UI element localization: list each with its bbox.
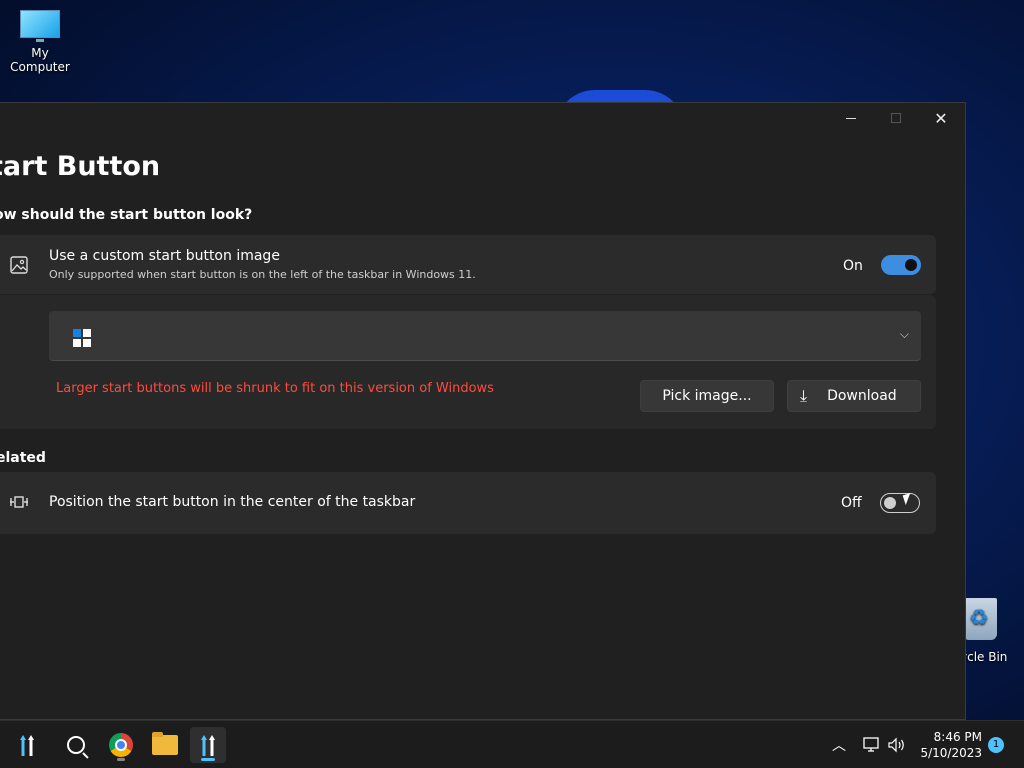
chevron-down-icon: ⌵	[899, 327, 909, 341]
notification-badge[interactable]: 1	[988, 737, 1004, 753]
warning-message: Larger start buttons will be shrunk to f…	[56, 381, 494, 396]
minimize-button[interactable]	[828, 103, 874, 133]
section-heading-look: ow should the start button look?	[0, 207, 253, 223]
page-title: tart Button	[0, 151, 161, 182]
speaker-icon	[888, 737, 904, 753]
desktop-icon-label: My Computer	[10, 46, 70, 74]
chevron-up-icon: ︿	[832, 738, 846, 754]
custom-image-toggle[interactable]	[881, 255, 921, 275]
minimize-icon	[846, 117, 856, 119]
download-label: Download	[827, 388, 897, 404]
clock-date: 5/10/2023	[920, 746, 982, 760]
taskbar-center-icon	[10, 496, 28, 508]
settings-window: ✕ tart Button ow should the start button…	[0, 102, 966, 720]
start-logo-icon	[20, 735, 34, 756]
close-button[interactable]: ✕	[918, 103, 964, 133]
folder-icon	[152, 732, 178, 755]
custom-image-setting: Use a custom start button image Only sup…	[0, 235, 936, 294]
network-icon	[863, 737, 879, 752]
toggle-state-label: Off	[841, 495, 862, 511]
taskbar-startallback-button[interactable]	[190, 727, 226, 763]
windows-logo-icon	[73, 329, 91, 347]
desktop-icon-label: ycle Bin	[960, 650, 1008, 664]
pick-image-button[interactable]: Pick image...	[640, 380, 774, 412]
image-icon	[10, 256, 28, 274]
image-selection-panel: ⌵ Larger start buttons will be shrunk to…	[0, 295, 936, 429]
desktop-icon-recycle-bin[interactable]: ycle Bin	[960, 598, 1024, 664]
setting-subtitle: Only supported when start button is on t…	[49, 268, 476, 281]
taskbar-search-button[interactable]	[58, 727, 94, 763]
app-logo-icon	[201, 735, 215, 756]
maximize-icon	[891, 113, 901, 123]
start-button[interactable]	[9, 727, 45, 763]
monitor-icon	[18, 8, 62, 42]
center-position-setting: Position the start button in the center …	[0, 472, 936, 534]
close-icon: ✕	[934, 108, 948, 128]
toggle-knob	[884, 497, 896, 509]
chrome-icon	[109, 733, 133, 757]
setting-title: Position the start button in the center …	[49, 494, 416, 510]
setting-title: Use a custom start button image	[49, 248, 280, 264]
taskbar-file-explorer-button[interactable]	[147, 727, 183, 763]
toggle-state-label: On	[843, 258, 863, 274]
network-status[interactable]	[862, 721, 882, 768]
desktop-icon-my-computer[interactable]: My Computer	[0, 8, 80, 74]
tray-overflow-button[interactable]: ︿	[832, 721, 846, 768]
taskbar: ︿ 8:46 PM 5/10/2023 1	[0, 720, 1024, 768]
running-indicator	[201, 758, 215, 761]
recycle-bin-icon	[963, 598, 997, 640]
taskbar-chrome-button[interactable]	[103, 727, 139, 763]
clock-time: 8:46 PM	[933, 730, 982, 744]
maximize-button[interactable]	[873, 103, 919, 133]
toggle-knob	[905, 259, 917, 271]
start-image-dropdown[interactable]: ⌵	[49, 311, 921, 361]
search-icon	[67, 736, 85, 754]
running-indicator	[117, 758, 125, 761]
taskbar-clock[interactable]: 8:46 PM 5/10/2023	[916, 729, 982, 761]
center-position-toggle[interactable]	[880, 493, 920, 513]
download-icon: ⤓	[800, 386, 808, 405]
volume-control[interactable]	[887, 721, 907, 768]
download-button[interactable]: ⤓ Download	[787, 380, 921, 412]
section-heading-related: elated	[0, 450, 46, 466]
